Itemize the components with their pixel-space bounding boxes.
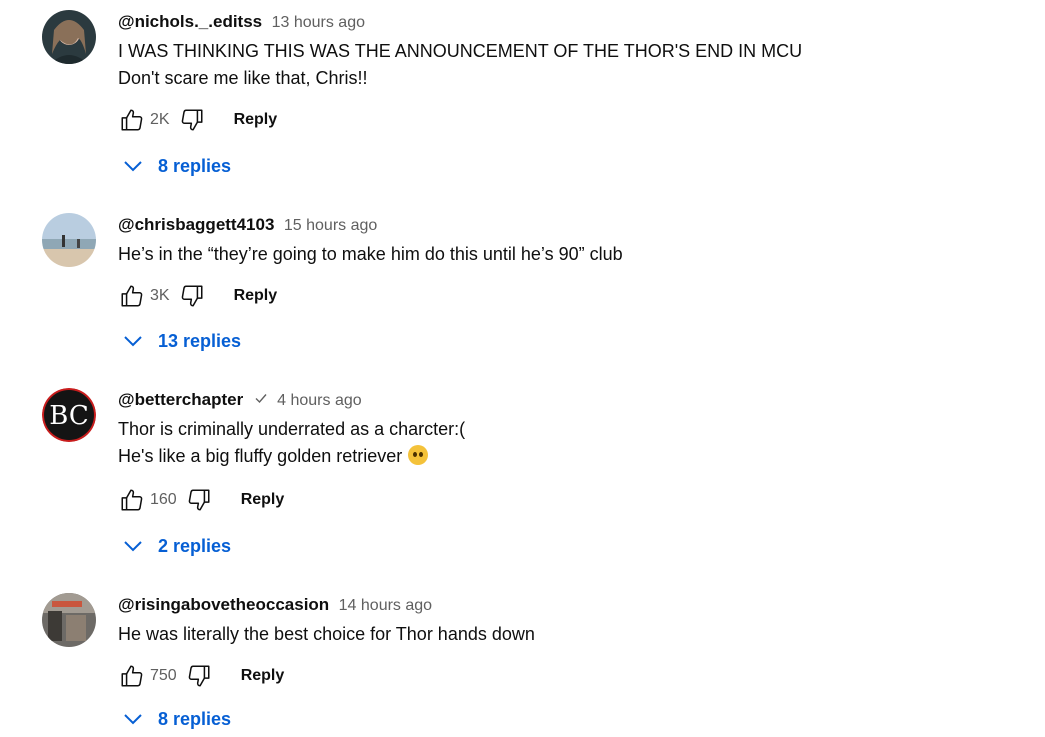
replies-count-label: 8 replies <box>158 155 232 176</box>
comment-timestamp[interactable]: 14 hours ago <box>339 597 432 614</box>
comment-line: He's like a big fluffy golden retriever <box>118 446 403 466</box>
comment-timestamp[interactable]: 13 hours ago <box>272 14 365 31</box>
comment-toolbar: 750 Reply <box>118 658 284 694</box>
comment-text: He was literally the best choice for Tho… <box>118 621 1025 648</box>
thumb-down-icon[interactable] <box>185 486 213 514</box>
view-replies-button[interactable]: 2 replies <box>118 528 231 564</box>
comment-toolbar: 2K Reply <box>118 102 277 138</box>
thumb-down-icon[interactable] <box>178 282 206 310</box>
comment-text: I WAS THINKING THIS WAS THE ANNOUNCEMENT… <box>118 38 1025 92</box>
chevron-down-icon <box>122 334 152 348</box>
like-count: 3K <box>150 287 170 304</box>
replies-count-label: 8 replies <box>158 708 232 729</box>
reply-button[interactable]: Reply <box>241 491 285 509</box>
avatar[interactable] <box>42 10 96 64</box>
chevron-down-icon <box>122 539 152 553</box>
svg-text:BC: BC <box>49 401 88 431</box>
thumb-up-icon[interactable] <box>118 106 146 134</box>
comment-line: He was literally the best choice for Tho… <box>118 624 535 644</box>
like-count: 2K <box>150 111 170 128</box>
replies-count-label: 13 replies <box>158 330 242 351</box>
like-count: 160 <box>150 491 177 508</box>
comment-line: Don't scare me like that, Chris!! <box>118 68 368 88</box>
thumb-down-icon[interactable] <box>178 106 206 134</box>
comment-author[interactable]: @nichols._.editss <box>118 12 262 31</box>
chevron-down-icon <box>122 712 152 726</box>
view-replies-button[interactable]: 8 replies <box>118 148 231 184</box>
comment-line-with-emoji: He's like a big fluffy golden retriever <box>118 443 1025 470</box>
thumb-up-icon[interactable] <box>118 282 146 310</box>
reply-button[interactable]: Reply <box>234 111 278 129</box>
reply-button[interactable]: Reply <box>234 287 278 305</box>
comment-timestamp[interactable]: 4 hours ago <box>277 392 362 409</box>
comment-text: Thor is criminally underrated as a charc… <box>118 416 1025 470</box>
comment-line: I WAS THINKING THIS WAS THE ANNOUNCEMENT… <box>118 41 803 61</box>
comment-author[interactable]: @chrisbaggett4103 <box>118 215 274 234</box>
like-count: 750 <box>150 667 177 684</box>
comment-timestamp[interactable]: 15 hours ago <box>284 217 377 234</box>
comment-line: Thor is criminally underrated as a charc… <box>118 419 466 439</box>
avatar[interactable] <box>42 593 96 647</box>
comment-author[interactable]: @risingabovetheoccasion <box>118 595 329 614</box>
comment-toolbar: 3K Reply <box>118 278 277 314</box>
comment-toolbar: 160 Reply <box>118 482 284 518</box>
avatar[interactable]: BC <box>42 388 96 442</box>
view-replies-button[interactable]: 13 replies <box>118 323 241 359</box>
comment-line: He’s in the “they’re going to make him d… <box>118 244 623 264</box>
check-icon <box>254 389 268 413</box>
replies-count-label: 2 replies <box>158 535 232 556</box>
thumb-down-icon[interactable] <box>185 662 213 690</box>
comment-text: He’s in the “they’re going to make him d… <box>118 241 1025 268</box>
reply-button[interactable]: Reply <box>241 667 285 685</box>
pleading-face-emoji <box>408 445 429 465</box>
view-replies-button[interactable]: 8 replies <box>118 701 231 737</box>
comment-author[interactable]: @betterchapter <box>118 390 243 409</box>
avatar[interactable] <box>42 213 96 267</box>
thumb-up-icon[interactable] <box>118 662 146 690</box>
chevron-down-icon <box>122 159 152 173</box>
thumb-up-icon[interactable] <box>118 486 146 514</box>
